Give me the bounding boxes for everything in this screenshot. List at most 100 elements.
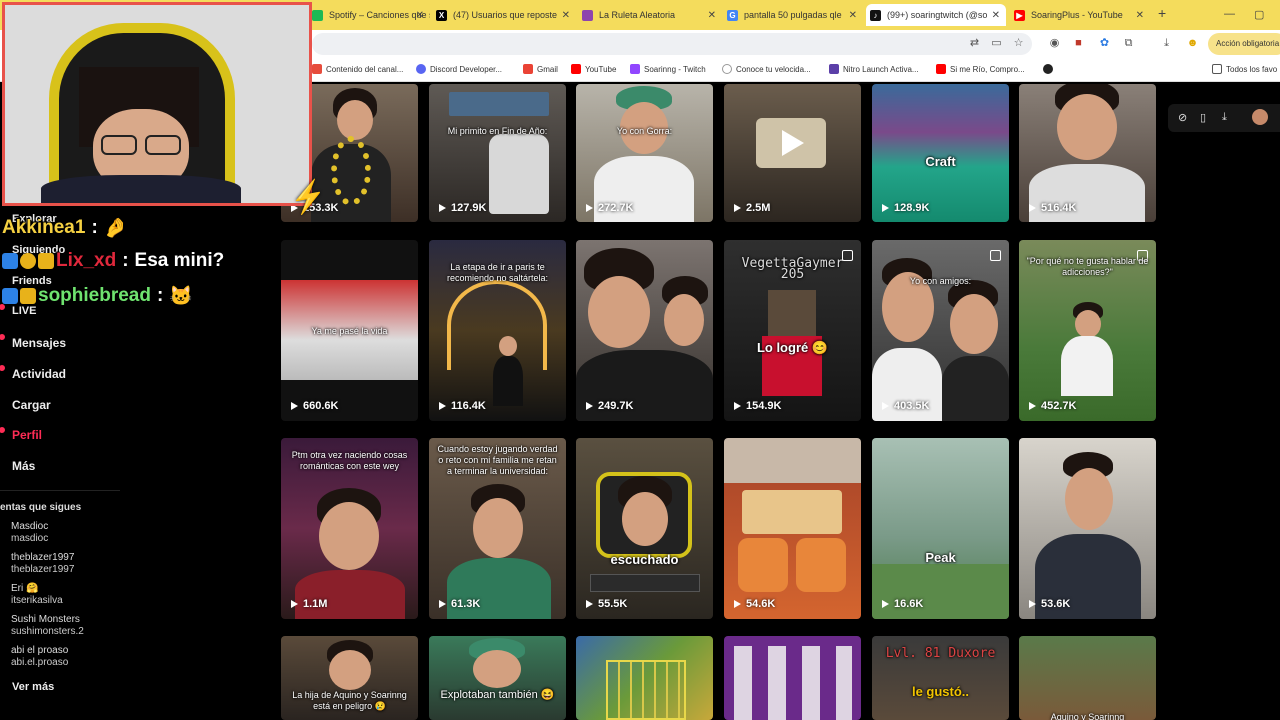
bookmark-item[interactable]: YouTube [571, 64, 616, 74]
bookmark-item[interactable]: Discord Developer... [416, 64, 502, 74]
download-icon[interactable]: ⤓ [1160, 37, 1173, 50]
views-text: 55.5K [598, 598, 628, 610]
video-card[interactable]: "Por qué no te gusta hablar de adiccione… [1019, 240, 1156, 421]
nav-mensajes[interactable]: Mensajes [12, 336, 66, 350]
views-text: 61.3K [451, 598, 481, 610]
video-card[interactable]: Yo con Gorra: 272.7K [576, 84, 713, 222]
video-card[interactable]: Aquino y Soarinng [1019, 636, 1156, 720]
bookmark-item[interactable]: Si me Río, Compro... [936, 64, 1025, 74]
extension-icon[interactable]: ◉ [1048, 37, 1061, 50]
video-card[interactable]: Craft 128.9K [872, 84, 1009, 222]
chat-separator: : [156, 285, 164, 306]
video-card[interactable]: 249.7K [576, 240, 713, 421]
extension-red-icon[interactable]: ■ [1072, 37, 1085, 50]
nav-perfil[interactable]: Perfil [12, 428, 42, 442]
video-caption: "Por qué no te gusta hablar de adiccione… [1026, 256, 1149, 277]
bookmark-star-icon[interactable]: ☆ [1012, 37, 1025, 50]
play-icon [734, 204, 741, 212]
compass-icon[interactable]: ⊘ [1178, 111, 1187, 124]
close-icon[interactable]: ✕ [416, 10, 424, 21]
video-card[interactable]: La etapa de ir a paris te recomiendo no … [429, 240, 566, 421]
view-count: 61.3K [439, 598, 480, 610]
video-card[interactable] [576, 636, 713, 720]
person-face [473, 650, 521, 688]
bookmark-item[interactable] [1043, 64, 1057, 74]
tab-spotify[interactable]: Spotify – Canciones que s ✕ [312, 4, 430, 26]
bookmark-item[interactable]: Conoce tu velocida... [722, 64, 811, 74]
views-text: 53.6K [1041, 598, 1071, 610]
bookmark-label: Soarinng - Twitch [644, 64, 706, 74]
following-account[interactable]: theblazer1997 theblazer1997 [11, 552, 74, 576]
nav-cargar[interactable]: Cargar [12, 398, 51, 412]
phone-icon[interactable]: ▯ [1200, 111, 1206, 124]
close-icon[interactable]: ✕ [992, 10, 1000, 21]
video-card[interactable]: Cuando estoy jugando verdad o reto con m… [429, 438, 566, 619]
video-card[interactable]: escuchado 55.5K [576, 438, 713, 619]
chat-separator: : [122, 250, 129, 271]
close-icon[interactable]: ✕ [849, 10, 857, 21]
views-text: 452.7K [1041, 400, 1077, 412]
all-bookmarks[interactable]: Todos los favo [1212, 64, 1277, 74]
video-card[interactable]: 54.6K [724, 438, 861, 619]
app-icons-grid [734, 646, 852, 720]
account-name: theblazer1997 [11, 552, 75, 563]
notification-dot-icon [0, 365, 5, 371]
see-more-link[interactable]: Ver más [12, 681, 54, 693]
video-card[interactable]: 53.6K [1019, 438, 1156, 619]
video-card[interactable]: La hija de Aquino y Soarinng está en pel… [281, 636, 418, 720]
close-icon[interactable]: ✕ [562, 10, 570, 21]
url-input[interactable] [312, 33, 1032, 55]
nav-actividad[interactable]: Actividad [12, 367, 66, 381]
account-username: masdioc [11, 533, 49, 544]
cast-icon[interactable]: ▭ [990, 37, 1003, 50]
bookmark-item[interactable]: Contenido del canal... [312, 64, 403, 74]
view-count: 53.6K [1029, 598, 1070, 610]
extensions-puzzle-icon[interactable]: ⧉ [1122, 37, 1135, 50]
minimize-icon[interactable]: — [1224, 8, 1235, 20]
bookmark-item[interactable]: Nitro Launch Activa... [829, 64, 919, 74]
video-card[interactable]: VegettaGaymer 205 Lo logré 😊 154.9K [724, 240, 861, 421]
video-card[interactable]: Ya me pasé la vida 660.6K [281, 240, 418, 421]
following-account[interactable]: abi el proaso abi.el.proaso [11, 645, 68, 669]
views-text: 272.7K [598, 202, 634, 214]
tab-youtube[interactable]: ▶ SoaringPlus - YouTube ✕ [1014, 4, 1150, 26]
bookmark-item[interactable]: Soarinng - Twitch [630, 64, 706, 74]
video-card[interactable] [724, 636, 861, 720]
following-account[interactable]: Eri 🤗 itserikasilva [11, 583, 63, 607]
translate-icon[interactable]: ⇄ [968, 37, 981, 50]
video-card[interactable]: 516.4K [1019, 84, 1156, 222]
following-account[interactable]: Sushi Monsters sushimonsters.2 [11, 614, 84, 638]
close-icon[interactable]: ✕ [1136, 10, 1144, 21]
video-card[interactable]: Lvl. 81 Duxore le gustó.. [872, 636, 1009, 720]
extension-blue-icon[interactable]: ✿ [1098, 37, 1111, 50]
video-card[interactable]: Explotaban también 😆 [429, 636, 566, 720]
nav-mas[interactable]: Más [12, 459, 35, 473]
account-name: Sushi Monsters [11, 614, 80, 625]
video-caption: Ptm otra vez naciendo cosas románticas c… [291, 450, 408, 471]
tab-x[interactable]: X (47) Usuarios que reposte ✕ [436, 4, 576, 26]
person-face [588, 276, 650, 348]
action-required-button[interactable]: Acción obligatoria [1208, 33, 1280, 55]
close-icon[interactable]: ✕ [708, 10, 716, 21]
video-overlay-text: VegettaGaymer 205 [741, 256, 844, 282]
new-tab-icon[interactable]: + [1158, 5, 1166, 21]
crown-badge-icon [38, 253, 54, 269]
tab-tiktok[interactable]: ♪ (99+) soaringtwitch (@so ✕ [866, 4, 1006, 26]
views-text: 54.6K [746, 598, 776, 610]
following-account[interactable]: Masdioc masdioc [11, 521, 48, 545]
video-card[interactable]: 2.5M [724, 84, 861, 222]
video-card[interactable]: Peak 16.6K [872, 438, 1009, 619]
tab-ruleta[interactable]: La Ruleta Aleatoria ✕ [582, 4, 722, 26]
maximize-icon[interactable]: ▢ [1254, 8, 1264, 21]
glasses-right [145, 135, 181, 155]
video-card[interactable]: Mi primito en Fin de Año: 127.9K [429, 84, 566, 222]
view-count: 1.1M [291, 598, 327, 610]
video-card[interactable]: Yo con amigos: 403.5K [872, 240, 1009, 421]
views-text: 2.5M [746, 202, 771, 214]
bookmark-item[interactable]: Gmail [523, 64, 558, 74]
tab-google[interactable]: G pantalla 50 pulgadas qle ✕ [727, 4, 863, 26]
video-card[interactable]: Ptm otra vez naciendo cosas románticas c… [281, 438, 418, 619]
profile-avatar-icon[interactable]: ☻ [1186, 37, 1199, 50]
download-icon[interactable]: ⤓ [1222, 111, 1227, 124]
avatar[interactable] [1252, 109, 1268, 125]
